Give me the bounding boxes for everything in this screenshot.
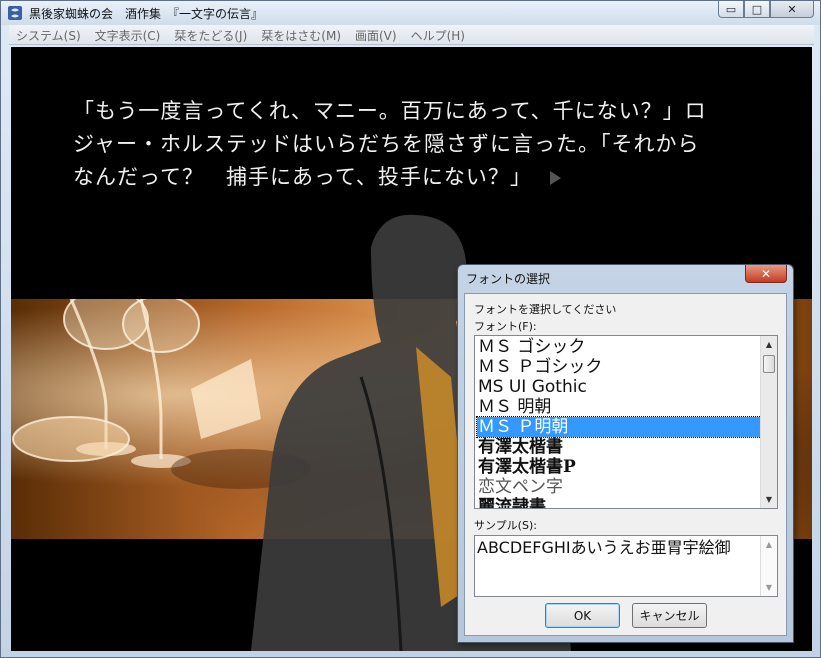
story-line: なんだって？ 捕手にあって、投手にない？」 [73,165,532,189]
title-bar[interactable]: 黒後家蜘蛛の会 酒作集 『一文字の伝言』 ▭ □ ✕ [1,1,820,25]
font-option[interactable]: 麗流隷書 [477,497,761,508]
cancel-button[interactable]: キャンセル [632,603,707,628]
font-option[interactable]: 有澤太楷書P [477,457,761,477]
story-text-box[interactable]: 「もう一度言ってくれ、マニー。百万にあって、千にない？」ロ ジャー・ホルステッド… [73,95,733,194]
instruction-text: フォントを選択してください [474,303,617,316]
next-page-icon [549,171,561,185]
font-list: ＭＳ ゴシック ＭＳ Ｐゴシック MS UI Gothic ＭＳ 明朝 ＭＳ Ｐ… [476,337,762,508]
font-option[interactable]: ＭＳ Ｐゴシック [477,357,761,377]
ok-button[interactable]: OK [545,603,620,628]
story-line-last: なんだって？ 捕手にあって、投手にない？」 [73,161,733,194]
font-option[interactable]: 恋文ペン字 [477,477,761,497]
scroll-down-icon[interactable]: ▼ [761,579,777,596]
caption-buttons: ▭ □ ✕ [718,1,814,19]
maximize-icon: □ [751,2,763,16]
font-option[interactable]: MS UI Gothic [477,377,761,397]
font-option[interactable]: 有澤太楷書 [477,437,761,457]
close-icon: ✕ [760,266,772,281]
font-option[interactable]: ＭＳ 明朝 [477,397,761,417]
font-list-scrollbar[interactable]: ▲ ▼ [760,336,777,508]
menu-text-display[interactable]: 文字表示(C) [88,25,168,44]
font-option-selected[interactable]: ＭＳ Ｐ明朝 [476,416,762,438]
scroll-up-icon[interactable]: ▲ [761,336,777,353]
scroll-down-icon[interactable]: ▼ [761,491,777,508]
close-icon: ✕ [787,2,797,16]
story-line: ジャー・ホルステッドはいらだちを隠さずに言った。「それから [73,132,700,156]
main-window: 黒後家蜘蛛の会 酒作集 『一文字の伝言』 ▭ □ ✕ システム(S) 文字表示(… [0,0,821,658]
font-option[interactable]: ＭＳ ゴシック [477,337,761,357]
story-line: 「もう一度言ってくれ、マニー。百万にあって、千にない？」ロ [73,99,707,123]
dialog-body: フォントを選択してください フォント(F): ＭＳ ゴシック ＭＳ Ｐゴシック … [464,293,787,636]
scroll-up-icon[interactable]: ▲ [761,536,777,553]
maximize-button[interactable]: □ [744,1,770,18]
minimize-icon: ▭ [725,2,737,16]
menu-system[interactable]: システム(S) [9,25,88,44]
sample-text: ABCDEFGHIあいうえお亜胃宇絵御 [477,538,731,557]
scroll-thumb[interactable] [763,355,775,373]
menu-bar: システム(S) 文字表示(C) 栞をたどる(J) 栞をはさむ(M) 画面(V) … [9,25,814,45]
dialog-close-button[interactable]: ✕ [745,265,787,283]
menu-screen[interactable]: 画面(V) [348,25,404,44]
sample-label: サンプル(S): [474,519,537,532]
sample-scrollbar[interactable]: ▲ ▼ [760,536,777,596]
menu-insert-bookmark[interactable]: 栞をはさむ(M) [254,25,348,44]
window-title: 黒後家蜘蛛の会 酒作集 『一文字の伝言』 [29,7,264,21]
close-button[interactable]: ✕ [770,1,814,18]
font-list-label: フォント(F): [474,320,537,333]
sample-box: ABCDEFGHIあいうえお亜胃宇絵御 ▲ ▼ [474,535,778,597]
menu-follow-bookmark[interactable]: 栞をたどる(J) [167,25,254,44]
dialog-title: フォントの選択 [466,272,551,286]
app-spider-icon [8,6,22,20]
font-select-dialog: フォントの選択 ✕ フォントを選択してください フォント(F): ＭＳ ゴシック… [457,264,794,643]
font-listbox[interactable]: ＭＳ ゴシック ＭＳ Ｐゴシック MS UI Gothic ＭＳ 明朝 ＭＳ Ｐ… [474,335,778,509]
minimize-button[interactable]: ▭ [718,1,744,18]
menu-help[interactable]: ヘルプ(H) [404,25,472,44]
